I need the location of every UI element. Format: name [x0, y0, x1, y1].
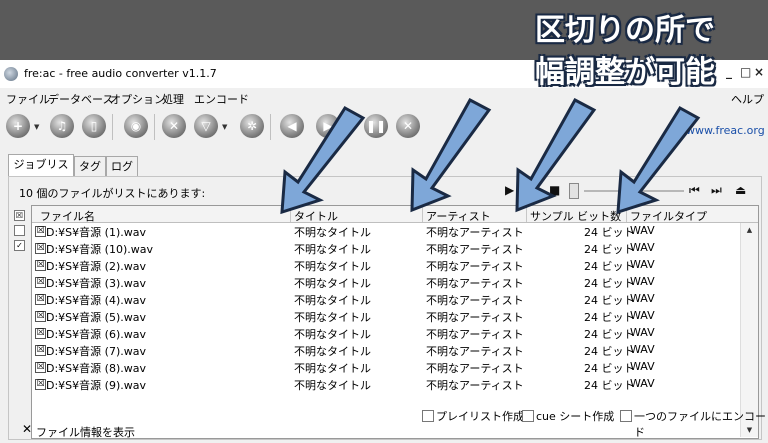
arrow-2 — [410, 97, 492, 213]
arrow-1 — [280, 106, 366, 215]
arrow-shape — [410, 97, 492, 213]
arrow-3 — [515, 97, 597, 213]
arrow-4 — [616, 105, 701, 215]
arrow-shape — [616, 105, 701, 215]
arrow-shape — [280, 106, 366, 215]
annotation-arrows — [280, 97, 701, 215]
arrow-shape — [515, 97, 597, 213]
